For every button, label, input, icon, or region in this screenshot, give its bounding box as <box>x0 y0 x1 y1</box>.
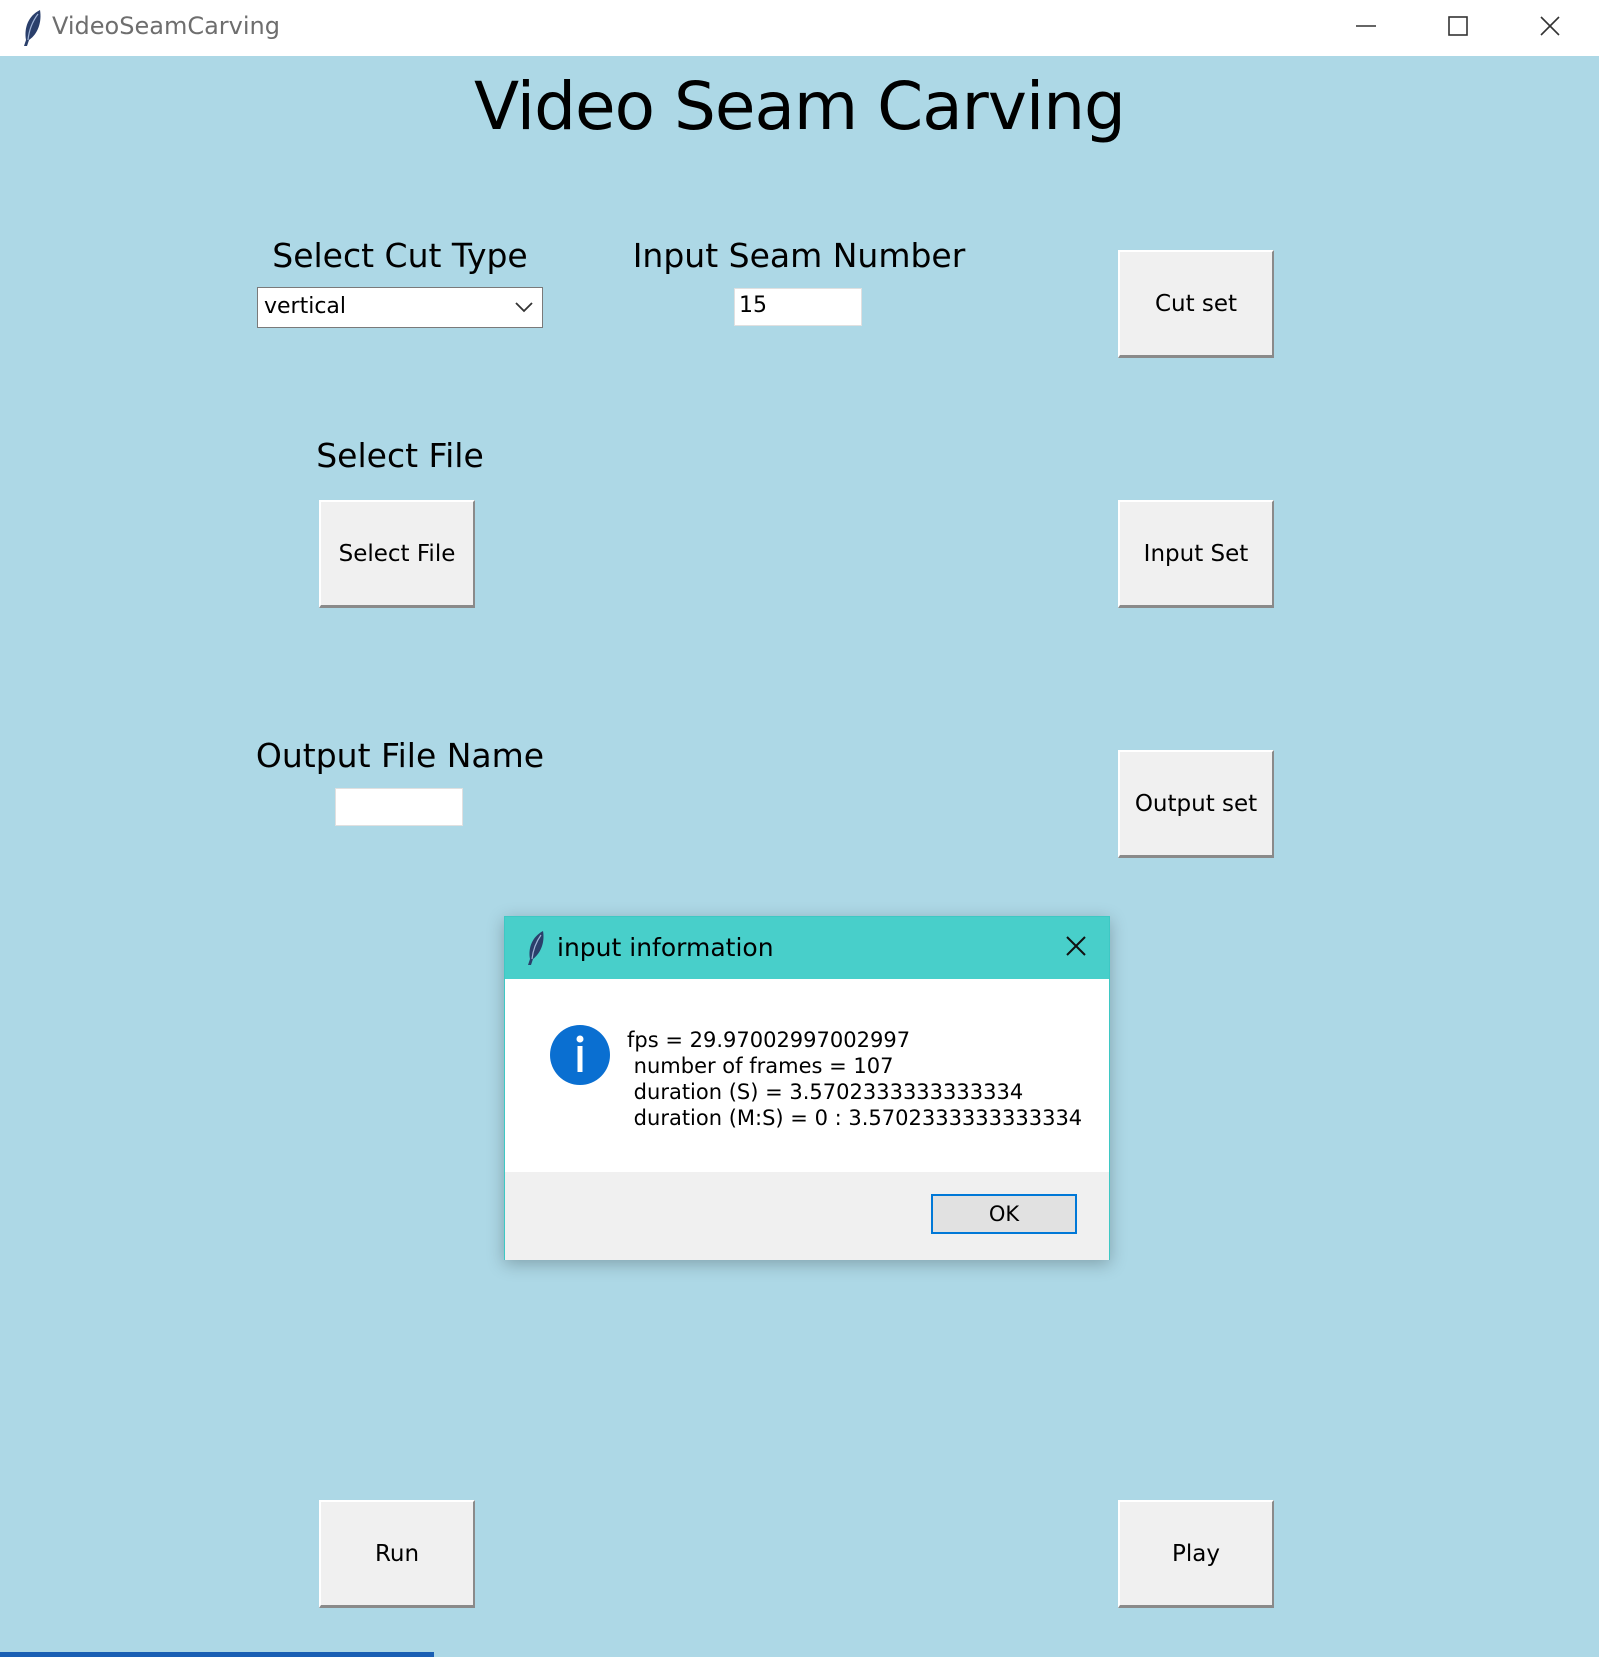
window-titlebar: VideoSeamCarving <box>0 0 1599 56</box>
page-title: Video Seam Carving <box>474 68 1126 145</box>
info-dialog: input information fps = 29.9700299700299… <box>504 916 1110 1260</box>
dialog-line: duration (S) = 3.5702333333333334 <box>627 1080 1024 1104</box>
dialog-message: fps = 29.97002997002997 number of frames… <box>627 1027 1082 1131</box>
window-title: VideoSeamCarving <box>52 12 280 40</box>
dialog-line: fps = 29.97002997002997 <box>627 1028 911 1052</box>
feather-icon <box>528 931 544 965</box>
cut-set-button[interactable]: Cut set <box>1118 250 1274 358</box>
maximize-icon <box>1448 16 1468 36</box>
ok-button[interactable]: OK <box>931 1194 1077 1234</box>
seam-number-input[interactable]: 15 <box>734 288 862 326</box>
taskbar-strip <box>0 1652 434 1657</box>
info-icon <box>550 1025 610 1085</box>
dialog-title: input information <box>557 933 774 962</box>
feather-icon <box>24 10 41 46</box>
minimize-icon <box>1356 25 1376 27</box>
run-button[interactable]: Run <box>319 1500 475 1608</box>
select-file-button[interactable]: Select File <box>319 500 475 608</box>
chevron-down-icon <box>515 302 533 313</box>
dialog-titlebar: input information <box>505 917 1109 979</box>
cut-type-label: Select Cut Type <box>272 236 528 275</box>
seam-number-label: Input Seam Number <box>632 236 966 275</box>
minimize-button[interactable] <box>1320 0 1412 56</box>
maximize-button[interactable] <box>1412 0 1504 56</box>
cut-type-select[interactable]: vertical <box>257 287 543 328</box>
input-set-button[interactable]: Input Set <box>1118 500 1274 608</box>
dialog-line: duration (M:S) = 0 : 3.5702333333333334 <box>627 1106 1083 1130</box>
select-file-label: Select File <box>316 436 484 475</box>
output-name-input[interactable] <box>335 788 463 826</box>
close-button[interactable] <box>1504 0 1596 56</box>
dialog-footer: OK <box>505 1172 1109 1260</box>
output-set-button[interactable]: Output set <box>1118 750 1274 858</box>
dialog-line: number of frames = 107 <box>627 1054 894 1078</box>
close-icon <box>1540 16 1560 36</box>
play-button[interactable]: Play <box>1118 1500 1274 1608</box>
cut-type-value: vertical <box>264 294 347 319</box>
close-icon[interactable] <box>1063 933 1089 959</box>
output-name-label: Output File Name <box>255 736 545 775</box>
